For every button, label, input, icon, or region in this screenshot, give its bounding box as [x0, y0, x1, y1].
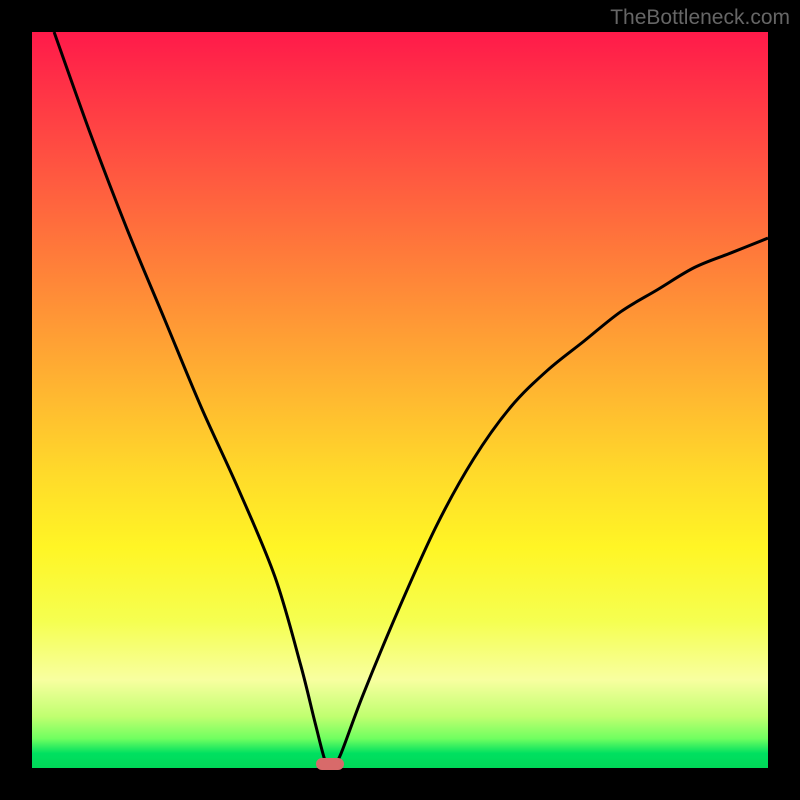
line-curve: [32, 32, 768, 768]
plot-area: [32, 32, 768, 768]
watermark-text: TheBottleneck.com: [610, 6, 790, 30]
chart-container: TheBottleneck.com: [0, 0, 800, 800]
min-marker: [316, 758, 344, 770]
curve-path: [54, 32, 768, 768]
